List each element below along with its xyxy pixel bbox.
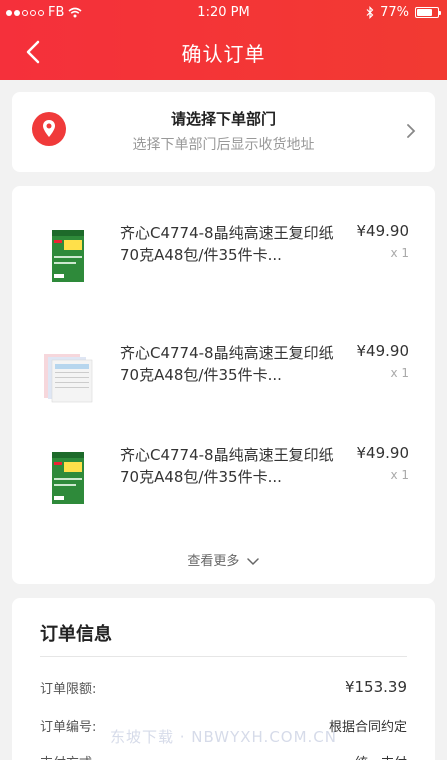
list-item[interactable]: 齐心C4774-8晶纯高速王复印纸70克A48包/件35件卡... ¥49.90…: [12, 334, 435, 414]
divider: [40, 656, 407, 657]
product-quantity: x 1: [390, 468, 409, 482]
nav-bar: 确认订单: [0, 26, 447, 78]
page-title: 确认订单: [181, 41, 266, 66]
view-more-label: 查看更多: [187, 554, 240, 569]
order-limit-row: 订单限额: ¥153.39: [40, 678, 407, 698]
battery-icon: [415, 7, 441, 18]
chevron-right-icon[interactable]: [405, 122, 417, 140]
order-info-title: 订单信息: [40, 624, 112, 645]
bluetooth-icon: [366, 6, 374, 19]
product-thumbnail: [44, 354, 93, 403]
battery-fill: [417, 9, 433, 16]
product-title: 齐心C4774-8晶纯高速王复印纸70克A48包/件35件卡...: [120, 446, 334, 486]
watermark: 东坡下载 · NBWYXH.COM.CN: [109, 728, 338, 746]
chevron-down-icon: [246, 557, 259, 565]
row-value: 统一支付: [355, 752, 407, 760]
goods-list: 齐心C4774-8晶纯高速王复印纸70克A48包/件35件卡... ¥49.90…: [12, 186, 435, 584]
product-quantity: x 1: [390, 366, 409, 380]
battery-label: 77%: [380, 5, 409, 20]
product-title: 齐心C4774-8晶纯高速王复印纸70克A48包/件35件卡...: [120, 224, 334, 264]
payment-method-row: 支付方式 统一支付: [40, 752, 407, 760]
product-price: ¥49.90: [356, 444, 410, 462]
product-thumbnail: [52, 452, 84, 504]
row-label: 支付方式: [40, 752, 92, 760]
list-item[interactable]: 齐心C4774-8晶纯高速王复印纸70克A48包/件35件卡... ¥49.90…: [12, 214, 435, 294]
product-thumbnail: [52, 230, 84, 282]
department-subtitle: 选择下单部门后显示收货地址: [132, 137, 315, 153]
status-right: 77%: [366, 5, 441, 20]
row-label: 订单限额:: [40, 682, 97, 697]
view-more-button[interactable]: 查看更多: [12, 550, 435, 569]
status-bar: FB 1:20 PM 77%: [0, 0, 447, 26]
product-quantity: x 1: [390, 246, 409, 260]
product-price: ¥49.90: [356, 222, 410, 240]
header: FB 1:20 PM 77% 确认订单: [0, 0, 447, 80]
product-title: 齐心C4774-8晶纯高速王复印纸70克A48包/件35件卡...: [120, 344, 334, 384]
back-button[interactable]: [20, 38, 48, 66]
product-price: ¥49.90: [356, 342, 410, 360]
list-item[interactable]: 齐心C4774-8晶纯高速王复印纸70克A48包/件35件卡... ¥49.90…: [12, 436, 435, 516]
department-title: 请选择下单部门: [170, 110, 276, 128]
row-value: ¥153.39: [344, 678, 407, 696]
department-selector[interactable]: 请选择下单部门 选择下单部门后显示收货地址: [12, 92, 435, 172]
